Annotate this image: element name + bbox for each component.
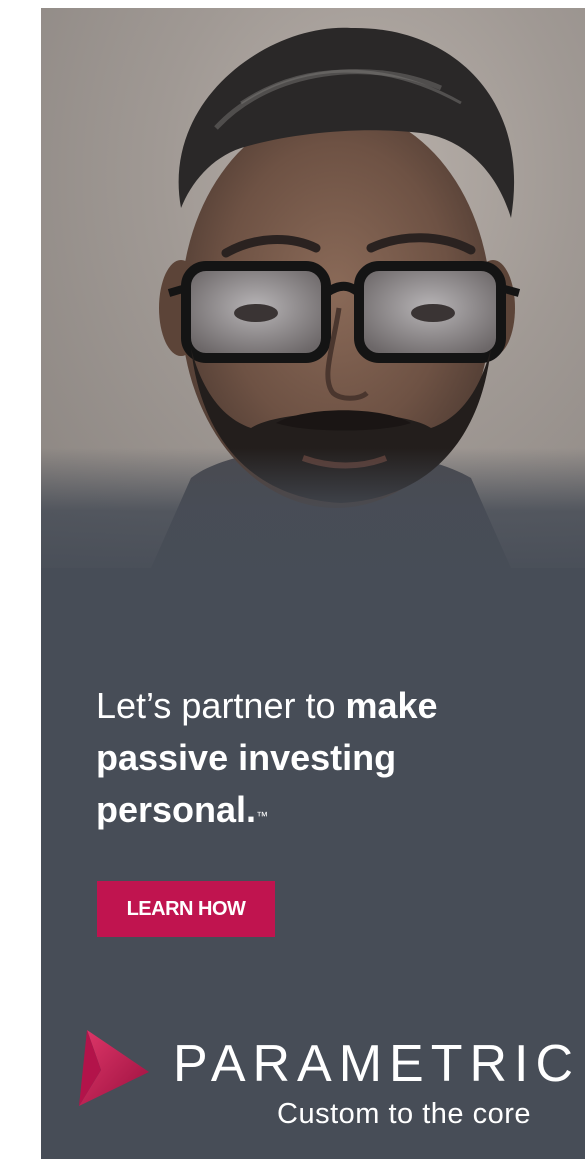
brand-tagline: Custom to the core: [277, 1098, 531, 1130]
headline-bold-text-2: passive investing: [96, 737, 397, 778]
learn-how-button[interactable]: LEARN HOW: [97, 881, 275, 937]
headline-bold-text-3: personal.: [96, 789, 257, 830]
display-ad[interactable]: Let’s partner to make passive investing …: [41, 8, 585, 1159]
parametric-arrow-logo-icon: [79, 1030, 149, 1106]
brand-name: PARAMETRIC: [173, 1035, 581, 1093]
headline-light-text: Let’s partner to: [96, 685, 346, 726]
ad-headline: Let’s partner to make passive investing …: [96, 680, 526, 836]
headline-bold-text-1: make: [345, 685, 438, 726]
trademark-symbol: ™: [256, 809, 269, 823]
photo-fade-overlay: [41, 448, 585, 588]
